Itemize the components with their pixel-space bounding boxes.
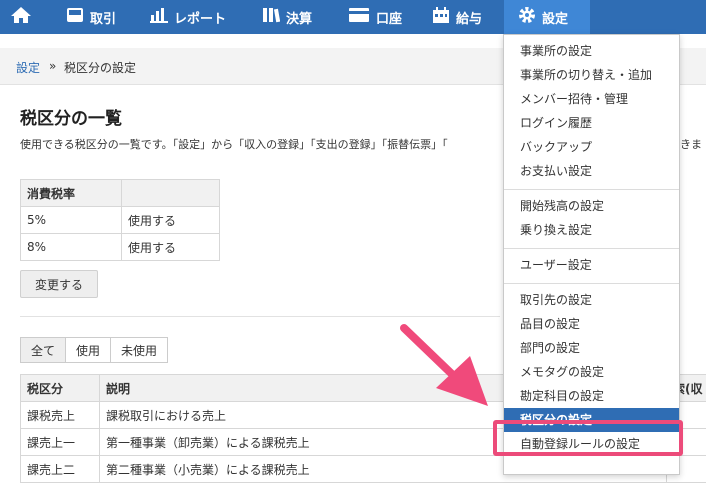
menu-item[interactable]: メンバー招待・管理 <box>504 87 679 111</box>
page-description: 使用できる税区分の一覧です。「設定」から「収入の登録」「支出の登録」「振替伝票」… <box>20 136 448 152</box>
menu-item[interactable]: バックアップ <box>504 135 679 159</box>
tax-rate-table: 消費税率 5% 使用する 8% 使用する <box>20 179 220 261</box>
nav-label: 設定 <box>542 8 568 27</box>
menu-item[interactable]: メモタグの設定 <box>504 360 679 384</box>
filter-unused[interactable]: 未使用 <box>110 337 168 363</box>
menu-item[interactable]: 開始残高の設定 <box>504 194 679 218</box>
nav-label: 給与 <box>456 8 482 27</box>
calendar-icon <box>432 7 450 28</box>
inbox-icon <box>66 7 84 27</box>
table-row: 8% 使用する <box>21 234 220 261</box>
menu-group: 事業所の設定 事業所の切り替え・追加 メンバー招待・管理 ログイン履歴 バックア… <box>504 35 679 190</box>
nav-label: 口座 <box>376 8 402 27</box>
table-header: 税区分 <box>21 375 100 402</box>
page-description-tail: きま <box>680 136 702 152</box>
menu-item[interactable]: ユーザー設定 <box>504 253 679 277</box>
nav-label: 取引 <box>90 8 116 27</box>
table-header: 消費税率 <box>21 180 122 207</box>
nav-kyuyo[interactable]: 給与 <box>432 0 482 34</box>
gear-icon <box>518 6 536 28</box>
nav-home[interactable] <box>10 0 38 34</box>
menu-group: ユーザー設定 <box>504 249 679 284</box>
filter-tabs: 全て 使用 未使用 <box>20 337 168 363</box>
table-cell: 使用する <box>122 234 220 261</box>
page-title: 税区分の一覧 <box>20 104 122 129</box>
nav-label: 決算 <box>286 8 312 27</box>
table-header-row: 消費税率 <box>21 180 220 207</box>
filter-used[interactable]: 使用 <box>65 337 111 363</box>
menu-item[interactable]: 事業所の設定 <box>504 39 679 63</box>
bar-chart-icon <box>150 7 168 27</box>
breadcrumb-link-settings[interactable]: 設定 <box>16 59 40 76</box>
table-cell: 課売上二 <box>21 456 100 483</box>
table-cell: 課税売上 <box>21 402 100 429</box>
menu-item[interactable]: 品目の設定 <box>504 312 679 336</box>
nav-torihiki[interactable]: 取引 <box>66 0 116 34</box>
books-icon <box>262 7 280 27</box>
nav-label: レポート <box>174 8 226 27</box>
change-button[interactable]: 変更する <box>20 270 98 298</box>
table-cell: 5% <box>21 207 122 234</box>
breadcrumb-separator: » <box>49 59 56 73</box>
menu-item[interactable]: お支払い設定 <box>504 159 679 183</box>
home-icon <box>10 6 32 28</box>
nav-kessan[interactable]: 決算 <box>262 0 312 34</box>
nav-settei[interactable]: 設定 <box>504 0 590 34</box>
highlight-box <box>493 420 683 456</box>
menu-item[interactable]: 勘定科目の設定 <box>504 384 679 408</box>
table-header <box>122 180 220 207</box>
table-row: 5% 使用する <box>21 207 220 234</box>
divider <box>20 316 500 317</box>
breadcrumb-current: 税区分の設定 <box>64 59 136 76</box>
menu-item[interactable]: 事業所の切り替え・追加 <box>504 63 679 87</box>
settings-dropdown-menu: 事業所の設定 事業所の切り替え・追加 メンバー招待・管理 ログイン履歴 バックア… <box>503 34 680 475</box>
menu-item[interactable]: 部門の設定 <box>504 336 679 360</box>
card-icon <box>348 7 370 27</box>
table-cell: 課売上一 <box>21 429 100 456</box>
nav-report[interactable]: レポート <box>150 0 226 34</box>
menu-item[interactable]: 乗り換え設定 <box>504 218 679 242</box>
top-navbar: 取引 レポート 決算 口座 給与 設定 <box>0 0 706 34</box>
menu-item[interactable]: ログイン履歴 <box>504 111 679 135</box>
table-cell: 8% <box>21 234 122 261</box>
menu-item[interactable]: 取引先の設定 <box>504 288 679 312</box>
table-cell: 使用する <box>122 207 220 234</box>
menu-group: 開始残高の設定 乗り換え設定 <box>504 190 679 249</box>
pointer-arrow-icon <box>398 322 498 414</box>
nav-koza[interactable]: 口座 <box>348 0 402 34</box>
filter-all[interactable]: 全て <box>20 337 66 363</box>
